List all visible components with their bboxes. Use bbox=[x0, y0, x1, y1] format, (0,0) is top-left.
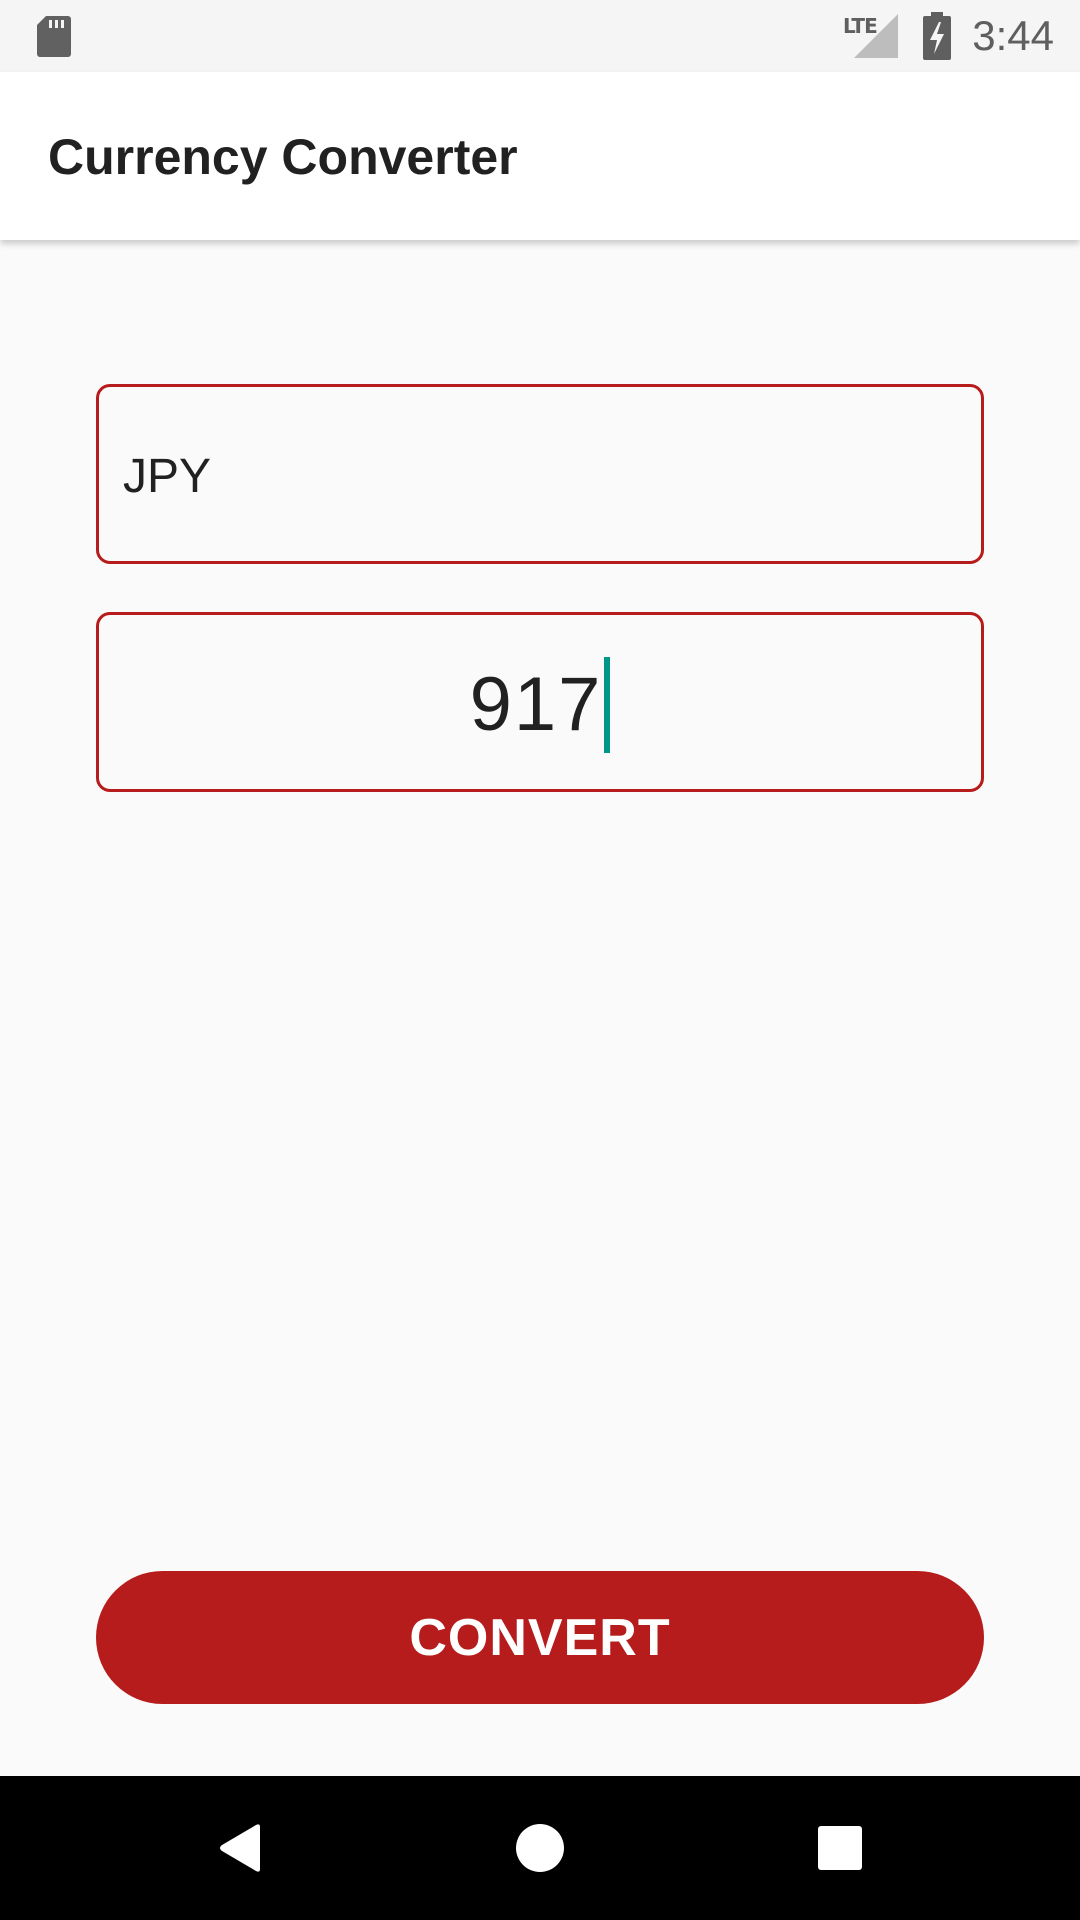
text-cursor bbox=[604, 657, 611, 753]
signal-icon bbox=[854, 14, 898, 58]
currency-field[interactable]: JPY bbox=[96, 384, 984, 564]
back-button[interactable] bbox=[180, 1776, 300, 1920]
convert-button[interactable]: CONVERT bbox=[96, 1571, 984, 1704]
status-bar: LTE 3:44 bbox=[0, 0, 1080, 72]
home-button[interactable] bbox=[480, 1776, 600, 1920]
sd-card-icon bbox=[37, 16, 71, 57]
amount-input[interactable]: 917 bbox=[96, 612, 984, 792]
navigation-bar bbox=[0, 1776, 1080, 1920]
battery-charging-icon bbox=[923, 12, 951, 60]
screen: LTE 3:44 Currency Converter JPY 917 CONV… bbox=[0, 0, 1080, 1920]
amount-input-value: 917 bbox=[469, 662, 603, 747]
app-title: Currency Converter bbox=[48, 129, 518, 185]
recents-button[interactable] bbox=[780, 1776, 900, 1920]
back-icon bbox=[220, 1824, 260, 1872]
clock: 3:44 bbox=[972, 12, 1054, 59]
convert-button-label: CONVERT bbox=[409, 1608, 671, 1667]
app-bar: Currency Converter bbox=[0, 72, 1080, 240]
amount-input-content: 917 bbox=[99, 657, 981, 757]
home-icon bbox=[516, 1824, 564, 1872]
recents-icon bbox=[818, 1826, 862, 1870]
currency-field-value: JPY bbox=[123, 450, 212, 503]
